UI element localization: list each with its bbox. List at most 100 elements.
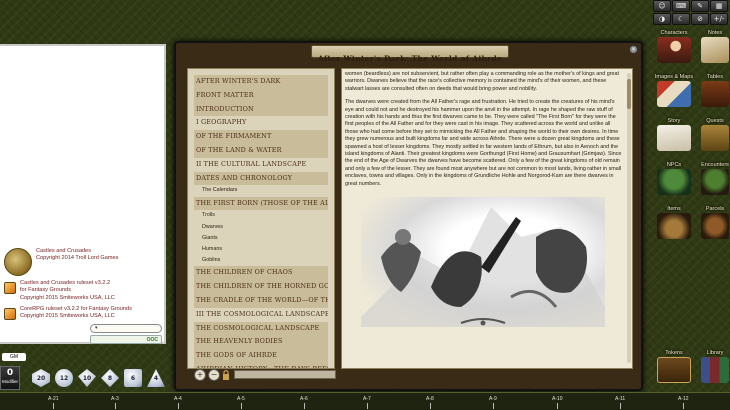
images-icon <box>657 81 691 107</box>
toolbar-button[interactable]: ⌨ <box>672 0 690 12</box>
toc-chapter[interactable]: The Children of the Horned Goi <box>194 280 328 294</box>
shortcut-notes[interactable]: Notes <box>700 30 730 63</box>
toc-chapter[interactable]: Introduction <box>194 102 328 117</box>
story-window: After Winter's Dark: The World of Aihrde… <box>174 41 643 391</box>
shortcut-tables[interactable]: Tables <box>700 74 730 107</box>
d4-die-icon[interactable]: 4 <box>147 369 165 387</box>
shortcut-quests[interactable]: Quests <box>700 118 730 151</box>
shortcut-label: Images & Maps <box>654 74 694 80</box>
shortcut-images[interactable]: Images & Maps <box>654 74 694 107</box>
close-icon[interactable]: × <box>629 45 638 54</box>
toc-chapter[interactable]: The Cosmological Landscape <box>194 321 328 336</box>
ruleset-logo-icon <box>4 307 16 320</box>
modifier-value: 0 <box>6 368 14 378</box>
toc-chapter[interactable]: Of the Firmament <box>194 130 328 144</box>
shortcut-story[interactable]: Story <box>654 118 694 151</box>
grid-ruler-label: A-8 <box>426 396 434 409</box>
toc-subitem[interactable]: Goblins <box>194 255 328 266</box>
window-footer: + − <box>188 368 336 382</box>
chat-input[interactable]: ▾ <box>90 324 162 333</box>
d8-die-icon[interactable]: 8 <box>101 369 119 387</box>
chat-entry-text: Castles and Crusades Copyright 2014 Troll… <box>36 248 119 262</box>
chat-panel: Castles and Crusades Copyright 2014 Troll… <box>0 44 166 344</box>
chat-entries: Castles and Crusades Copyright 2014 Troll… <box>4 248 162 324</box>
shortcut-label: Characters <box>660 30 688 36</box>
toc-chapter[interactable]: The First Born (Those of the All F <box>194 196 328 211</box>
toc-chapter[interactable]: Dates and Chronology <box>194 171 328 186</box>
shortcut-characters[interactable]: Characters <box>654 30 694 63</box>
grid-ruler-label: A-5 <box>237 396 245 409</box>
toc-chapter[interactable]: III The Cosmological Landscape <box>194 308 328 322</box>
toc-chapter[interactable]: II The Cultural Landscape <box>194 158 328 172</box>
table-of-contents: After Winter's Dark Front Matter Introduct… <box>187 68 335 369</box>
toc-chapter[interactable]: The Gods of Aihrde <box>194 349 328 363</box>
items-icon <box>657 213 691 239</box>
npcs-icon <box>657 169 691 195</box>
shortcut-npcs[interactable]: NPCs <box>654 162 694 195</box>
shortcut-parcels[interactable]: Parcels <box>700 206 730 239</box>
content-paragraph: women (beardless) are not subservient, b… <box>345 71 620 92</box>
toc-subitem[interactable]: Humans <box>194 244 328 255</box>
content-scrollbar-thumb[interactable] <box>627 79 631 109</box>
toc-subitem[interactable]: The Calendars <box>194 185 328 196</box>
shortcut-library[interactable]: Library <box>700 350 730 383</box>
grid-ruler-label: A-3 <box>111 396 119 409</box>
ruleset-logo-icon <box>4 282 16 294</box>
remove-icon[interactable]: − <box>208 369 220 381</box>
modifier-label: Modifier <box>1 379 18 384</box>
toolbar-button[interactable]: ☾ <box>672 13 690 25</box>
quests-icon <box>701 125 729 151</box>
characters-icon <box>657 37 691 63</box>
toc-chapter[interactable]: I Geography <box>194 116 328 130</box>
shortcut-encounters[interactable]: Encounters <box>700 162 730 195</box>
chat-entry-text: Castles and Crusades ruleset v3.2.2 for F… <box>20 280 115 301</box>
toolbar-button[interactable]: ◑ <box>653 13 671 25</box>
toolbar-button[interactable]: +/- <box>710 13 728 25</box>
toc-chapter[interactable]: Front Matter <box>194 88 328 103</box>
toolbar-button[interactable]: ▦ <box>710 0 728 12</box>
shortcut-label: Items <box>667 206 681 212</box>
chat-entry-text: CoreRPG ruleset v3.2.2 for Fantasy Groun… <box>20 305 132 320</box>
d20-die-icon[interactable]: 20 <box>32 369 50 387</box>
toc-chapter[interactable]: Of the Land & Water <box>194 143 328 158</box>
toolbar-button[interactable]: ☺ <box>653 0 671 12</box>
d12-die-icon[interactable]: 12 <box>55 369 73 387</box>
shortcut-tokens[interactable]: Tokens <box>654 350 694 383</box>
toc-chapter[interactable]: The Heavenly Bodies <box>194 335 328 350</box>
modifier-box[interactable]: 0 Modifier <box>0 366 20 390</box>
shortcut-label: NPCs <box>666 162 682 168</box>
toc-chapter[interactable]: The Cradle of the World—Of the <box>194 293 328 308</box>
gm-badge: GM <box>2 353 26 361</box>
add-icon[interactable]: + <box>194 369 206 381</box>
chat-entry: CoreRPG ruleset v3.2.2 for Fantasy Groun… <box>4 306 162 321</box>
tables-icon <box>701 81 729 107</box>
toolbar-button[interactable]: ✎ <box>691 0 709 12</box>
parcels-icon <box>701 213 729 239</box>
toc-chapter[interactable]: The Children of Chaos <box>194 266 328 281</box>
toolbar-button[interactable]: ⊘ <box>691 13 709 25</box>
ooc-button[interactable]: OOC <box>90 335 162 344</box>
grid-ruler-label: A-9 <box>489 396 497 409</box>
notes-icon <box>701 37 729 63</box>
map-grid-ruler: A-21 A-3 A-4 A-5 A-6 A-7 A-8 A-9 A-10 A-11 A-12 <box>0 392 730 410</box>
shortcut-label: Notes <box>707 30 723 36</box>
shortcut-label: Encounters <box>701 162 729 168</box>
d6-die-icon[interactable]: 6 <box>124 369 142 387</box>
content-paragraph: The dwarves were created from the All Fa… <box>345 99 622 187</box>
grid-ruler-label: A-6 <box>300 396 308 409</box>
content-scrollbar[interactable] <box>627 73 631 363</box>
shortcut-label: Tokens <box>665 350 683 356</box>
lock-icon[interactable] <box>222 369 230 380</box>
shortcut-label: Library <box>706 350 724 356</box>
filter-input[interactable] <box>234 370 336 379</box>
window-title-bar[interactable]: After Winter's Dark: The World of Aihrde <box>311 45 509 63</box>
toc-subitem[interactable]: Dwarves <box>194 222 328 233</box>
d10-die-icon[interactable]: 10 <box>78 369 96 387</box>
shortcut-items[interactable]: Items <box>654 206 694 239</box>
toolbar: ☺ ⌨ ✎ ▦ ◑ ☾ ⊘ +/- <box>653 0 730 26</box>
grid-ruler-label: A-10 <box>552 396 563 409</box>
toc-subitem[interactable]: Trolls <box>194 210 328 221</box>
toc-subitem[interactable]: Giants <box>194 233 328 244</box>
story-content: women (beardless) are not subservient, b… <box>341 68 633 369</box>
toc-chapter[interactable]: After Winter's Dark <box>194 75 328 89</box>
